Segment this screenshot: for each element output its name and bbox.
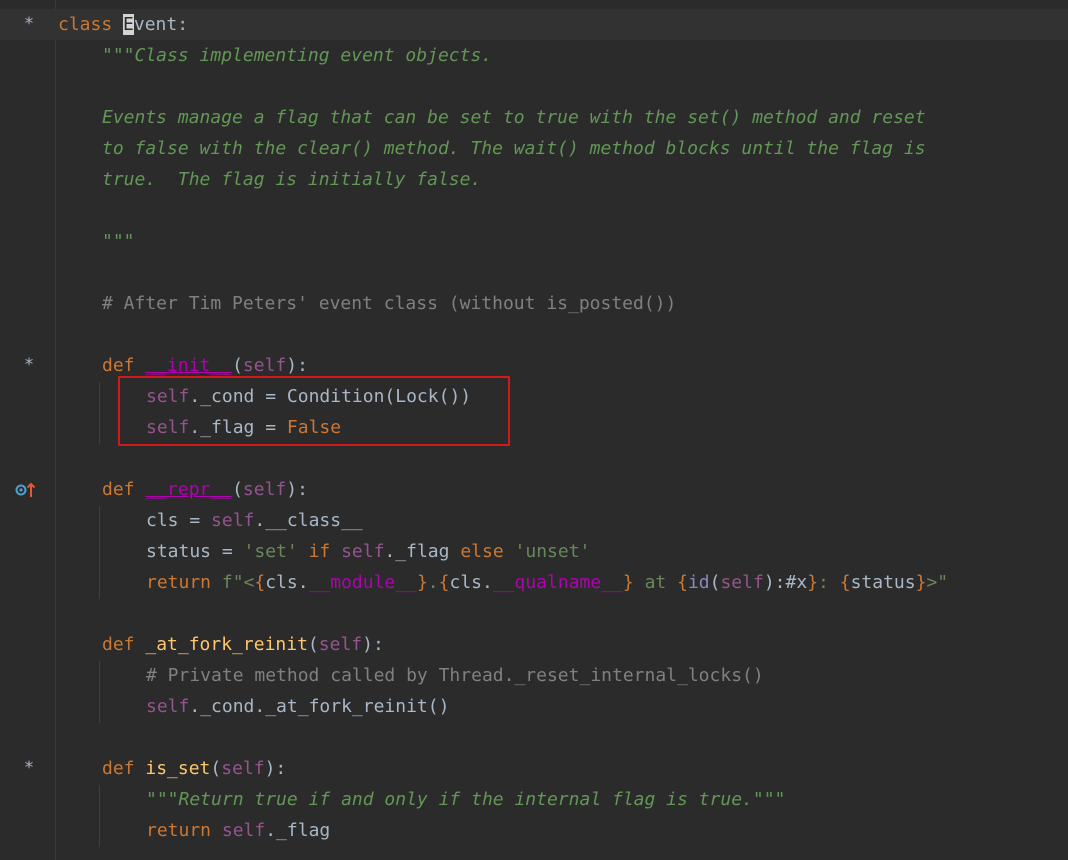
code-line[interactable]: Events manage a flag that can be set to …: [0, 102, 1068, 133]
self-ref: self: [221, 820, 266, 841]
fstring-part: f"<: [221, 572, 255, 593]
docstring-line: """Class implementing event objects.: [102, 45, 493, 66]
code-text: cls.: [265, 572, 309, 593]
fstring-brace: {: [677, 572, 688, 593]
keyword-if: if: [297, 541, 342, 562]
docstring-line: Events manage a flag that can be set to …: [102, 107, 926, 128]
keyword-def: def: [102, 355, 135, 376]
dunder-attr: __class__: [265, 510, 363, 531]
docstring-close: """: [102, 231, 135, 252]
highlight-box: [118, 376, 510, 446]
string-literal: 'unset': [514, 541, 591, 562]
code-text: ._cond._at_fork_reinit(): [189, 696, 450, 717]
paren: ):: [286, 355, 308, 376]
code-line[interactable]: """Return true if and only if the intern…: [0, 784, 1068, 815]
docstring-line: """Return true if and only if the intern…: [146, 789, 786, 810]
code-text: .: [254, 510, 266, 531]
paren: ):: [362, 634, 384, 655]
method-name: __init__: [145, 355, 233, 376]
code-line[interactable]: self._cond._at_fork_reinit(): [0, 691, 1068, 722]
fstring-brace: }: [807, 572, 819, 593]
fstring-brace: {: [438, 572, 450, 593]
code-line[interactable]: cls = self.__class__: [0, 505, 1068, 536]
override-up-arrow-icon[interactable]: [15, 482, 37, 498]
method-name: __repr__: [145, 479, 233, 500]
dunder-attr: __qualname__: [492, 572, 623, 593]
code-line[interactable]: """: [0, 226, 1068, 257]
dunder-attr: __module__: [308, 572, 417, 593]
self-ref: self: [146, 696, 190, 717]
code-line[interactable]: # After Tim Peters' event class (without…: [0, 288, 1068, 319]
paren: (: [709, 572, 721, 593]
fstring-part: at: [633, 572, 678, 593]
docstring-line: to false with the clear() method. The wa…: [102, 138, 926, 159]
keyword-else: else: [449, 541, 515, 562]
code-text: ._flag: [265, 820, 331, 841]
class-name: vent: [133, 14, 178, 35]
colon: :: [177, 14, 189, 35]
fstring-part: :: [818, 572, 840, 593]
code-text: ._flag: [384, 541, 450, 562]
comment: # Private method called by Thread._reset…: [146, 665, 764, 686]
paren: (: [210, 758, 222, 779]
code-text: status =: [146, 541, 244, 562]
self-ref: self: [211, 510, 255, 531]
keyword-class: class: [58, 14, 113, 35]
keyword-def: def: [102, 479, 135, 500]
code-text: ):#x: [763, 572, 808, 593]
code-editor[interactable]: * class Event: """Class implementing eve…: [0, 0, 1068, 860]
code-line[interactable]: def _at_fork_reinit(self):: [0, 629, 1068, 660]
self-param: self: [221, 758, 265, 779]
self-param: self: [318, 634, 363, 655]
code-line[interactable]: """Class implementing event objects.: [0, 40, 1068, 71]
self-param: self: [242, 355, 287, 376]
fstring-brace: }: [915, 572, 927, 593]
code-text: cls.: [449, 572, 493, 593]
string-literal: 'set': [243, 541, 298, 562]
keyword-return: return: [146, 820, 222, 841]
fstring-brace: {: [254, 572, 266, 593]
code-line[interactable]: return f"<{cls.__module__}.{cls.__qualna…: [0, 567, 1068, 598]
code-line[interactable]: to false with the clear() method. The wa…: [0, 133, 1068, 164]
comment: # After Tim Peters' event class (without…: [102, 293, 677, 314]
bookmark-star-icon[interactable]: *: [22, 753, 36, 784]
fstring-part: .: [427, 572, 439, 593]
code-line[interactable]: true. The flag is initially false.: [0, 164, 1068, 195]
fstring-part: >": [926, 572, 949, 593]
paren: (: [307, 634, 319, 655]
code-text: cls =: [146, 510, 212, 531]
fstring-brace: {: [839, 572, 851, 593]
bookmark-star-icon[interactable]: *: [22, 9, 36, 40]
method-name: is_set: [145, 758, 211, 779]
code-line[interactable]: * def is_set(self):: [0, 753, 1068, 784]
paren: ):: [264, 758, 287, 779]
code-line[interactable]: return self._flag: [0, 815, 1068, 846]
bookmark-star-icon[interactable]: *: [22, 350, 36, 381]
paren: ):: [286, 479, 308, 500]
code-line[interactable]: # Private method called by Thread._reset…: [0, 660, 1068, 691]
docstring-line: true. The flag is initially false.: [102, 169, 482, 190]
code-line[interactable]: * class Event:: [0, 9, 1068, 40]
keyword-def: def: [102, 758, 135, 779]
keyword-def: def: [102, 634, 135, 655]
paren: (: [232, 479, 243, 500]
fstring-brace: }: [622, 572, 634, 593]
paren: (: [232, 355, 243, 376]
text-cursor: E: [123, 14, 134, 35]
self-param: self: [242, 479, 287, 500]
keyword-return: return: [146, 572, 222, 593]
code-line[interactable]: status = 'set' if self._flag else 'unset…: [0, 536, 1068, 567]
code-line[interactable]: def __repr__(self):: [0, 474, 1068, 505]
fstring-brace: }: [416, 572, 428, 593]
code-text: status: [850, 572, 916, 593]
method-name: _at_fork_reinit: [145, 634, 308, 655]
builtin-id: id: [687, 572, 710, 593]
self-ref: self: [720, 572, 764, 593]
self-ref: self: [341, 541, 385, 562]
